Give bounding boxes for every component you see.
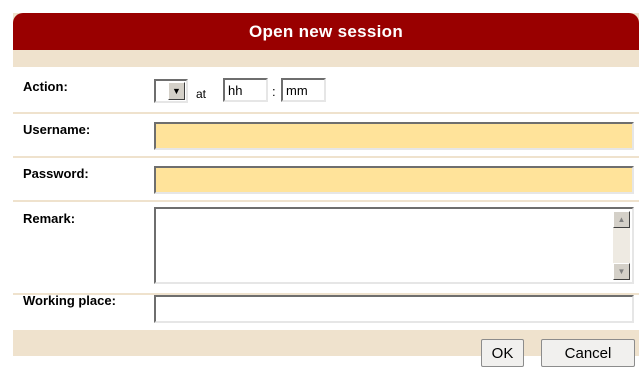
remark-textarea[interactable]: ▲ ▼ [154,207,634,284]
username-row: Username: [13,114,639,156]
working-place-row: Working place: [13,293,639,330]
action-label: Action: [23,79,68,94]
working-place-label: Working place: [23,293,116,308]
hour-input[interactable] [223,78,268,102]
action-select[interactable]: ▼ [154,79,188,103]
at-text: at [196,87,207,101]
password-input[interactable] [154,166,634,194]
password-label: Password: [23,166,89,181]
working-place-input[interactable] [154,295,634,323]
scroll-up-icon[interactable]: ▲ [613,211,630,228]
username-label: Username: [23,122,91,137]
remark-scrollbar[interactable]: ▲ ▼ [613,211,630,280]
chevron-down-icon[interactable]: ▼ [168,82,185,100]
action-row: Action: ▼ at : [13,67,639,112]
remark-row: Remark: ▲ ▼ [13,202,639,293]
minute-input[interactable] [281,78,326,102]
time-separator: : [272,84,276,99]
dialog-title: Open new session [13,13,639,50]
ok-button[interactable]: OK [481,339,524,367]
scroll-down-icon[interactable]: ▼ [613,263,630,280]
password-row: Password: [13,158,639,200]
cancel-button[interactable]: Cancel [541,339,635,367]
username-input[interactable] [154,122,634,150]
remark-label: Remark: [23,211,76,226]
open-session-dialog: Open new session Action: ▼ at : Username… [13,13,639,367]
